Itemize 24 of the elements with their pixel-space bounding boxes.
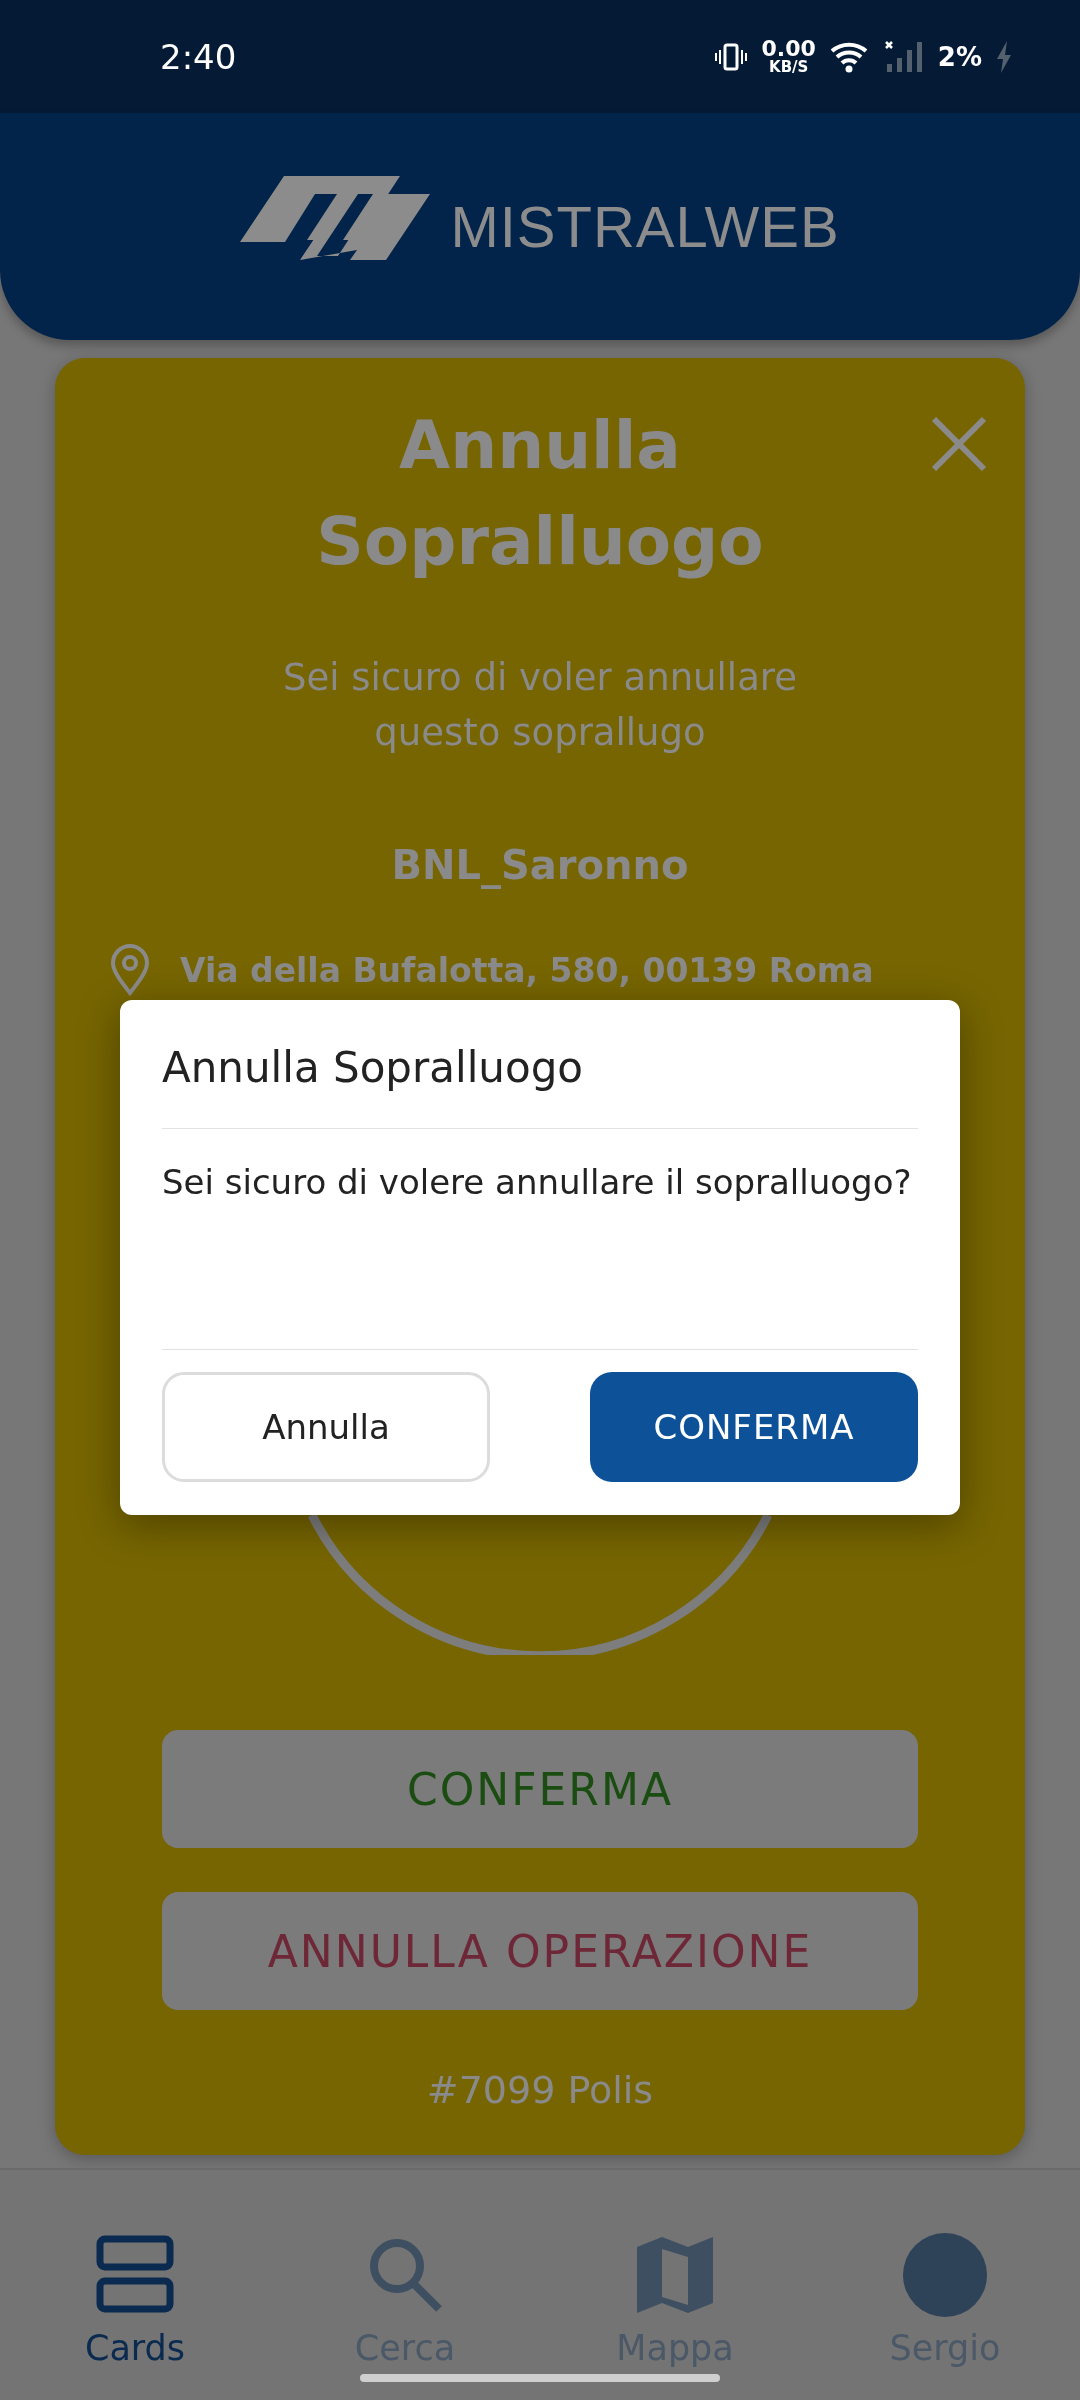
location-pin-icon bbox=[110, 944, 150, 996]
site-address: Via della Bufalotta, 580, 00139 Roma bbox=[180, 950, 874, 990]
dismiss-button[interactable]: Annulla bbox=[162, 1372, 490, 1482]
network-speed-unit: KB/S bbox=[769, 60, 809, 75]
dialog-title: Annulla Sopralluogo bbox=[162, 1038, 918, 1129]
signal-icon bbox=[883, 39, 924, 74]
card-footer-id: #7099 Polis bbox=[426, 2067, 654, 2114]
confirm-button[interactable]: CONFERMA bbox=[162, 1730, 918, 1848]
charging-icon bbox=[996, 40, 1012, 73]
status-time: 2:40 bbox=[160, 36, 237, 77]
network-speed: 0.00 bbox=[761, 38, 816, 60]
battery-percent: 2% bbox=[937, 41, 982, 72]
card-subtitle: Sei sicuro di voler annullare questo soprallugo bbox=[282, 655, 798, 756]
home-indicator[interactable] bbox=[360, 2374, 720, 2382]
nav-tab[interactable]: Cards bbox=[0, 2170, 270, 2400]
site-name: BNL_Saronno bbox=[391, 841, 689, 891]
card-title: Annulla Sopralluogo bbox=[315, 406, 765, 582]
logo-text: MISTRALWEB bbox=[450, 193, 840, 260]
cancel-operation-button[interactable]: ANNULLA OPERAZIONE bbox=[162, 1892, 918, 2010]
close-icon[interactable] bbox=[931, 416, 987, 472]
dialog-message: Sei sicuro di volere annullare il sopralluogo? bbox=[162, 1162, 912, 1202]
wifi-icon bbox=[829, 40, 870, 73]
confirm-button[interactable]: CONFERMA bbox=[590, 1372, 918, 1482]
avatar-icon bbox=[903, 2230, 987, 2320]
